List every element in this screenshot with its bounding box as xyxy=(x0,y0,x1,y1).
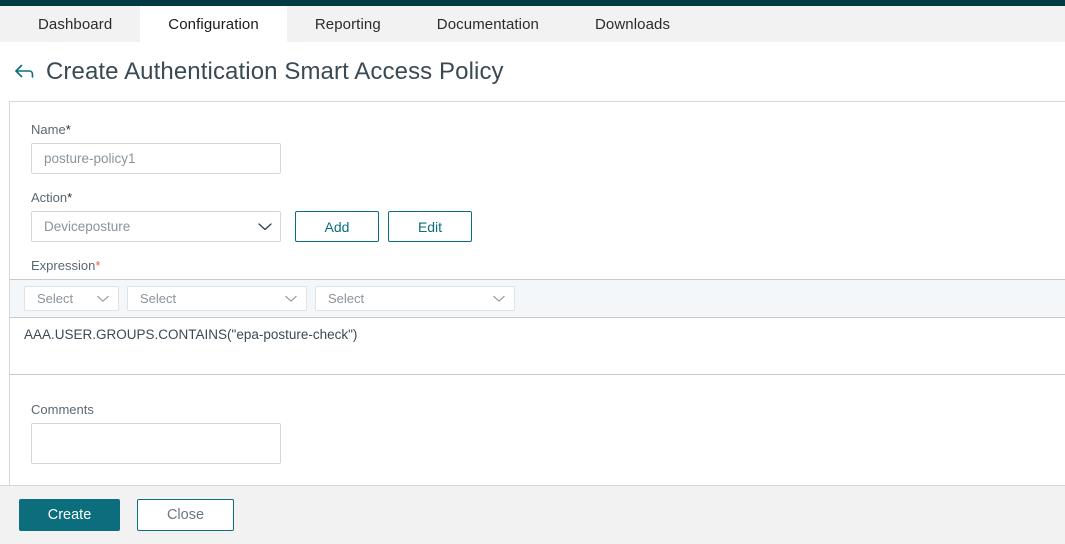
expression-select-2-value: Select xyxy=(140,291,177,306)
chevron-down-icon xyxy=(285,295,297,302)
tab-configuration[interactable]: Configuration xyxy=(140,6,287,42)
form-footer: Create Close xyxy=(0,485,1065,544)
tab-reporting[interactable]: Reporting xyxy=(287,6,409,42)
expression-text: AAA.USER.GROUPS.CONTAINS("epa-posture-ch… xyxy=(24,327,358,342)
add-action-button[interactable]: Add xyxy=(295,211,379,242)
main-tab-bar: Dashboard Configuration Reporting Docume… xyxy=(0,6,1065,42)
expression-select-3-value: Select xyxy=(328,291,365,306)
comments-textarea[interactable] xyxy=(31,423,281,464)
action-select-wrap: Deviceposture xyxy=(31,211,281,242)
expression-select-2[interactable]: Select xyxy=(127,286,307,311)
expression-select-1-value: Select xyxy=(37,291,74,306)
expression-required-mark: * xyxy=(95,258,101,273)
chevron-down-icon xyxy=(97,295,109,302)
expression-editor[interactable]: AAA.USER.GROUPS.CONTAINS("epa-posture-ch… xyxy=(10,318,1065,375)
name-label: Name* xyxy=(31,122,1065,137)
expression-label-text: Expression xyxy=(31,258,96,273)
page-title: Create Authentication Smart Access Polic… xyxy=(46,57,504,85)
action-row: Deviceposture Add Edit xyxy=(31,211,1065,242)
create-button[interactable]: Create xyxy=(19,499,120,531)
tab-dashboard[interactable]: Dashboard xyxy=(10,6,140,42)
chevron-down-icon xyxy=(493,295,505,302)
expression-toolbar: Select Select Select xyxy=(10,279,1065,318)
expression-label: Expression* xyxy=(31,258,1065,273)
expression-select-1[interactable]: Select xyxy=(24,286,119,311)
action-required-mark: * xyxy=(67,190,73,205)
name-label-text: Name xyxy=(31,122,66,137)
name-input[interactable] xyxy=(31,143,281,174)
comments-label: Comments xyxy=(31,402,94,417)
edit-action-button[interactable]: Edit xyxy=(388,211,472,242)
action-label: Action* xyxy=(31,190,1065,205)
tab-downloads[interactable]: Downloads xyxy=(567,6,698,42)
page-header: Create Authentication Smart Access Polic… xyxy=(0,42,1065,101)
back-arrow-icon[interactable] xyxy=(13,61,35,83)
action-select[interactable]: Deviceposture xyxy=(31,211,281,242)
expression-select-3[interactable]: Select xyxy=(315,286,515,311)
name-required-mark: * xyxy=(65,122,71,137)
tab-documentation[interactable]: Documentation xyxy=(409,6,567,42)
action-select-value: Deviceposture xyxy=(44,219,131,234)
action-label-text: Action xyxy=(31,190,68,205)
close-button[interactable]: Close xyxy=(137,499,234,531)
policy-form-card: Name* Action* Deviceposture Add Edit Exp… xyxy=(9,101,1065,487)
